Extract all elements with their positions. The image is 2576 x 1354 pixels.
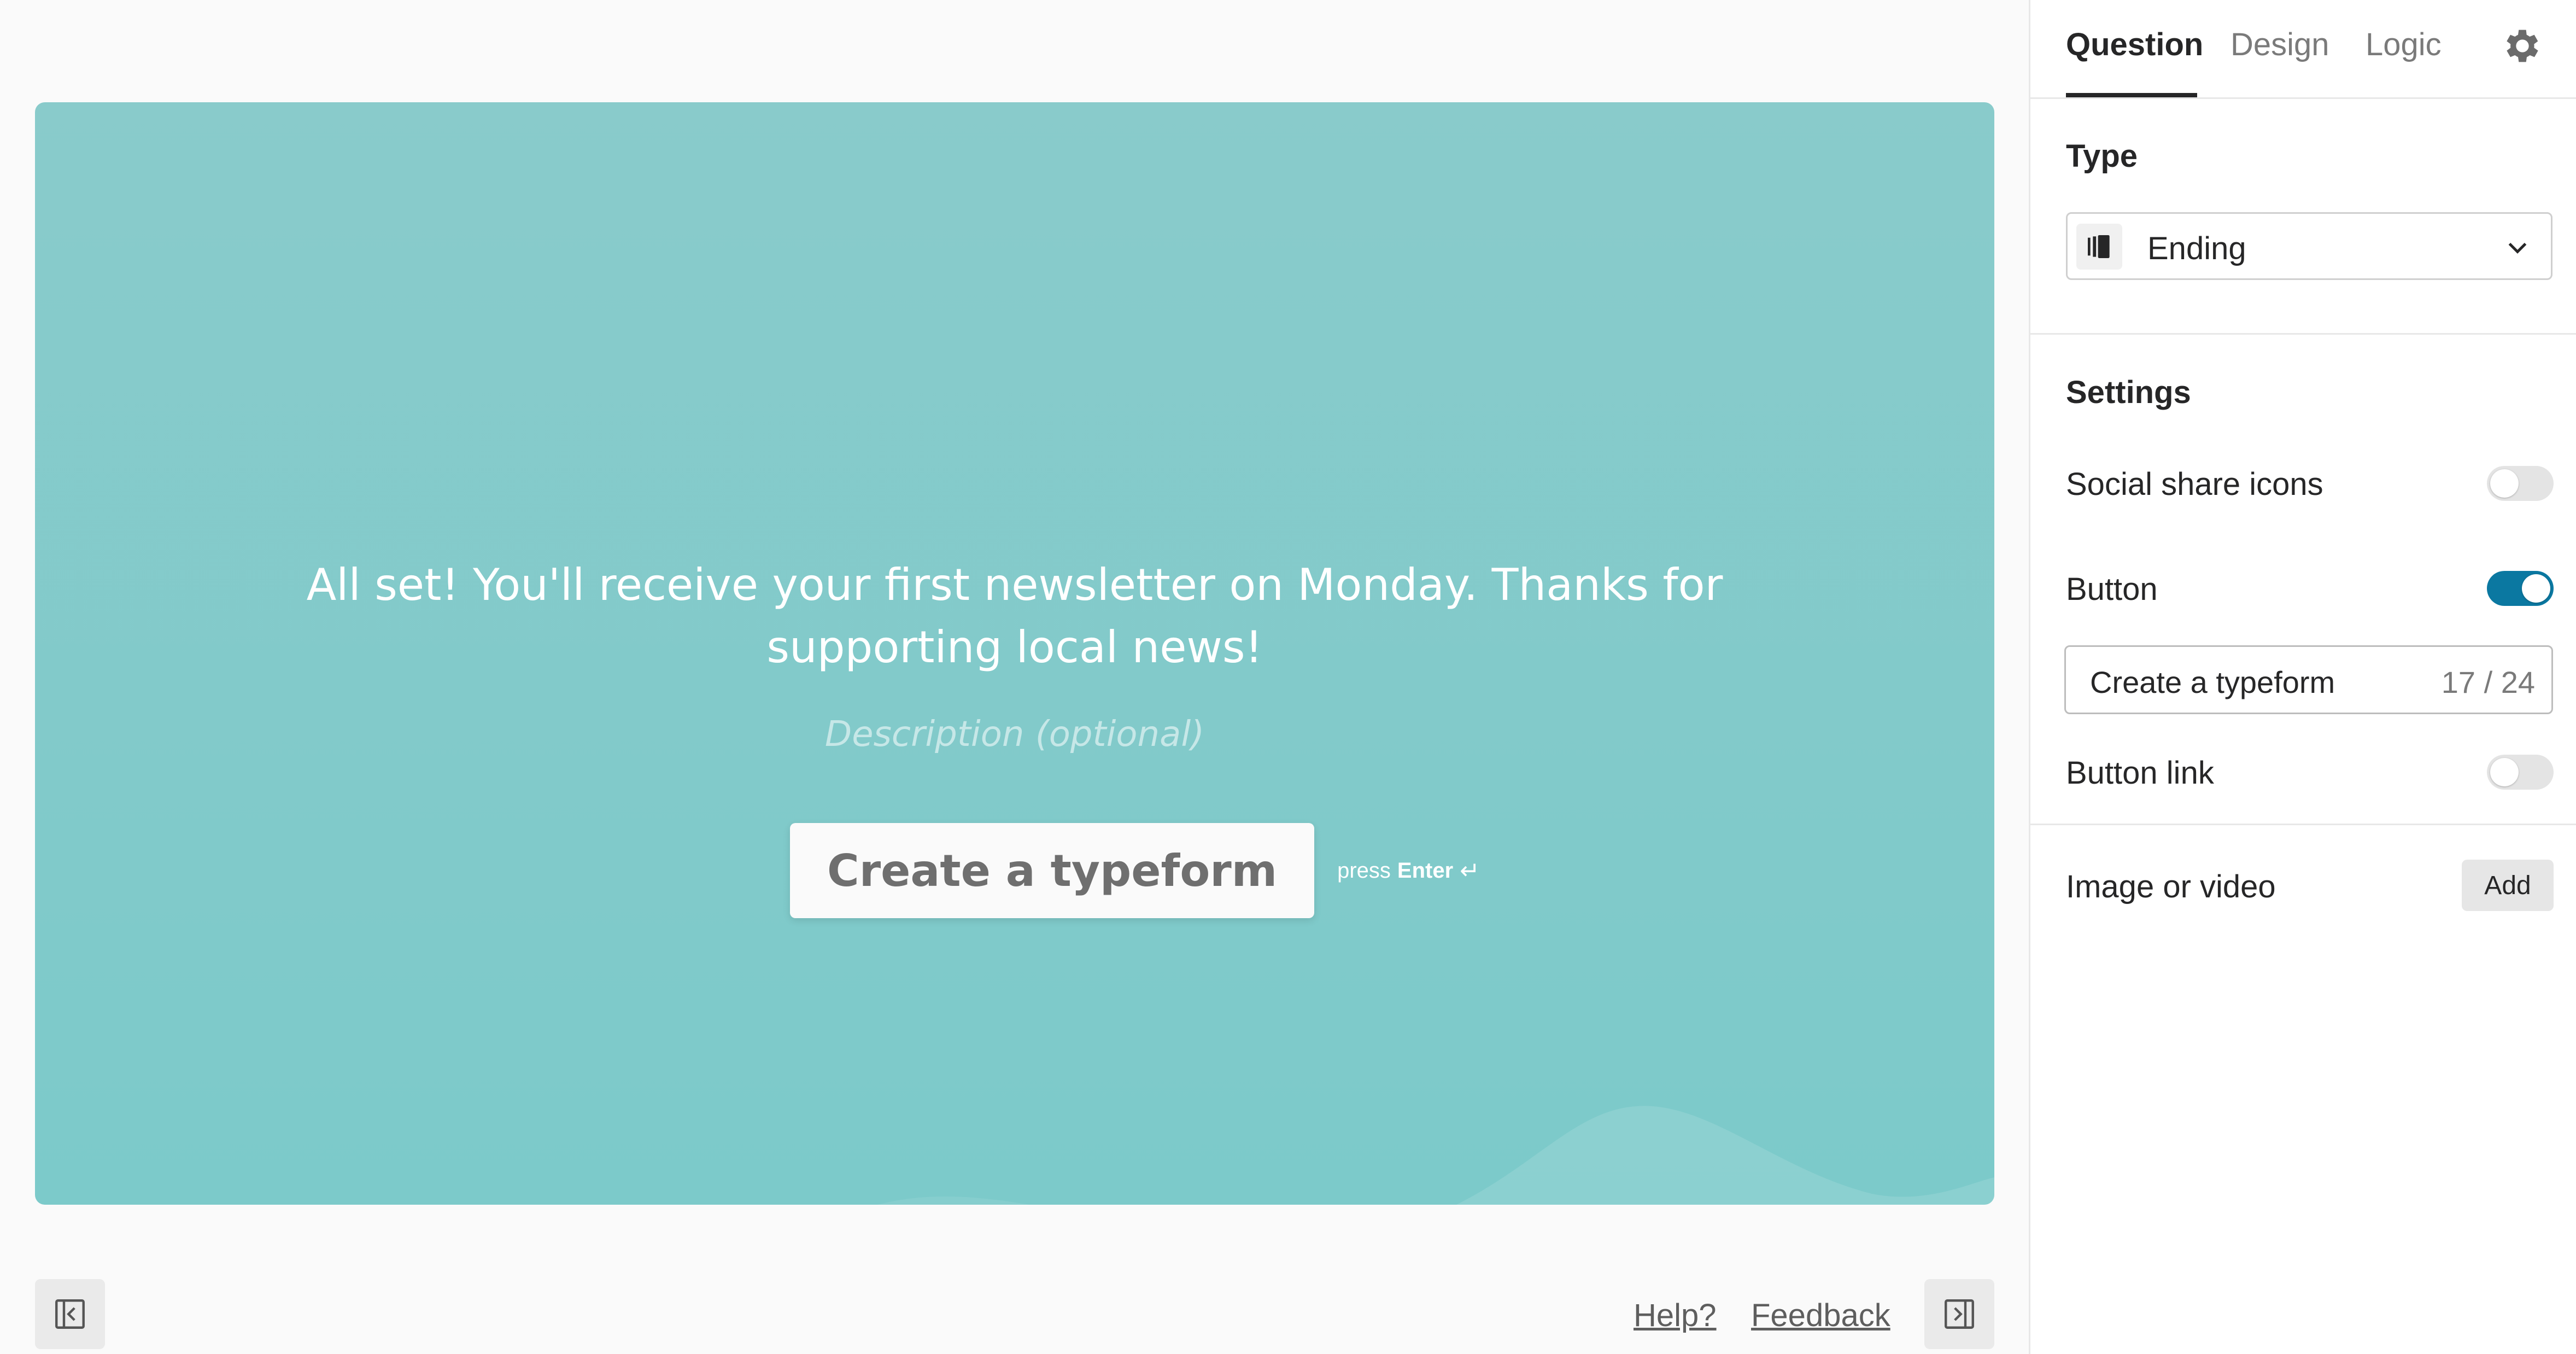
tab-question[interactable]: Question [2066,26,2203,63]
button-text-input[interactable]: Create a typeform 17 / 24 [2064,645,2553,714]
social-share-icons-toggle[interactable] [2487,466,2554,501]
headline-line-2: supporting local news! [766,622,1263,673]
press-hint-key: Enter [1397,858,1454,883]
add-media-button[interactable]: Add [2462,860,2554,911]
press-enter-hint: press Enter ↵ [1337,857,1480,885]
collapse-right-panel-icon [1945,1299,1974,1329]
section-divider [2030,824,2576,825]
gear-icon[interactable] [2501,24,2544,68]
description-placeholder[interactable]: Description (optional) [35,708,1994,761]
collapse-right-panel-button[interactable] [1924,1279,1994,1349]
toggle-knob [2490,758,2519,786]
feedback-link[interactable]: Feedback [1751,1297,1890,1334]
toggle-knob [2522,574,2550,603]
selected-type-label: Ending [2147,231,2246,266]
button-text-value: Create a typeform [2090,665,2335,699]
button-link-toggle[interactable] [2487,755,2554,790]
button-label: Button [2066,571,2158,607]
cta-group: Create a typeform press Enter ↵ [790,823,1480,918]
help-link[interactable]: Help? [1634,1297,1717,1334]
ending-icon [2076,224,2122,270]
ending-headline[interactable]: All set! You'll receive your first newsl… [35,554,1994,679]
chevron-down-icon [2508,242,2527,254]
tab-design[interactable]: Design [2230,26,2329,63]
settings-section-title: Settings [2066,375,2191,410]
background-wave-decoration [877,1106,1994,1205]
social-share-icons-label: Social share icons [2066,466,2323,502]
editor-main-area: All set! You'll receive your first newsl… [0,0,2029,1354]
create-typeform-button[interactable]: Create a typeform [790,823,1315,918]
panel-tabs: Question Design Logic [2030,0,2576,99]
type-section-title: Type [2066,138,2138,174]
tab-logic[interactable]: Logic [2366,26,2442,63]
active-tab-indicator [2066,93,2197,97]
image-or-video-label: Image or video [2066,869,2276,904]
collapse-left-panel-icon [55,1299,85,1329]
press-hint-prefix: press [1337,858,1391,883]
enter-key-icon: ↵ [1460,857,1480,884]
button-link-label: Button link [2066,755,2214,791]
form-preview-canvas[interactable]: All set! You'll receive your first newsl… [35,102,1994,1205]
collapse-left-panel-button[interactable] [35,1279,105,1349]
question-type-select[interactable]: Ending [2066,212,2552,280]
character-counter: 17 / 24 [2441,665,2535,699]
section-divider [2030,333,2576,335]
toggle-knob [2490,469,2519,498]
button-toggle[interactable] [2487,571,2554,606]
headline-line-1: All set! You'll receive your first newsl… [306,559,1723,610]
